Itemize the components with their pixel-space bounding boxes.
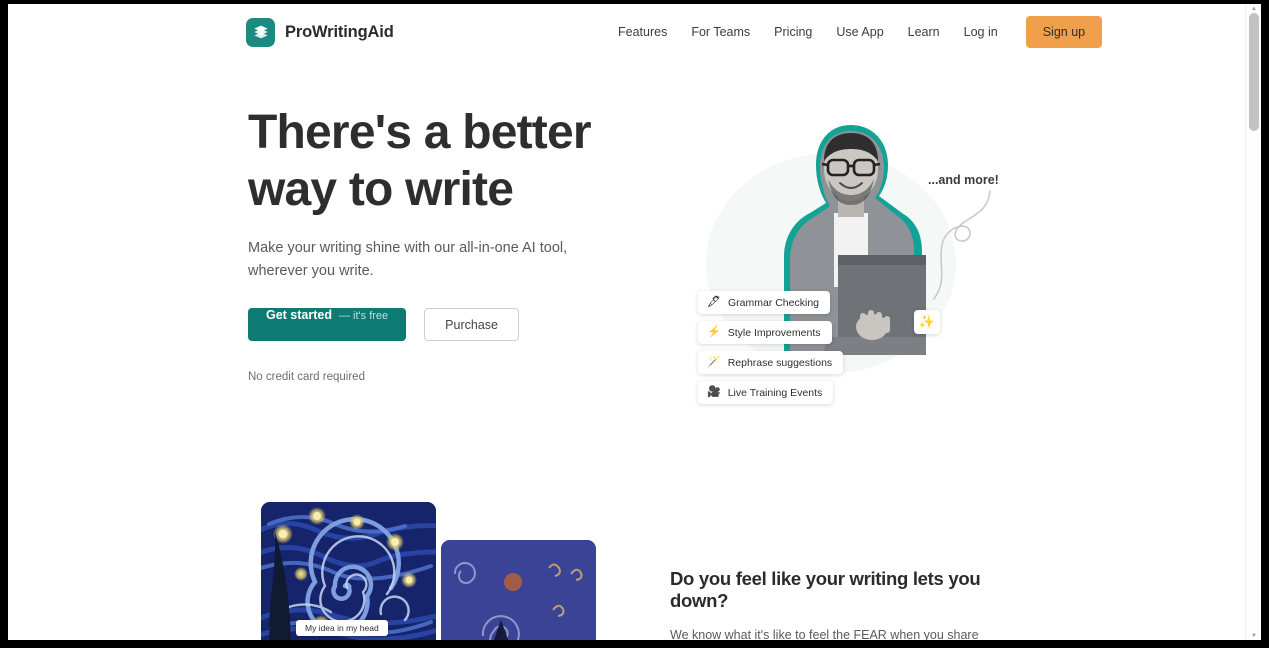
- get-started-button[interactable]: Get started — it's free: [248, 308, 407, 341]
- scroll-down-arrow-icon[interactable]: ▼: [1246, 631, 1261, 640]
- get-started-label: Get started: [266, 308, 332, 322]
- main-navigation: Features For Teams Pricing Use App Learn…: [606, 16, 1103, 48]
- nav-link-pricing[interactable]: Pricing: [762, 19, 824, 45]
- idea-in-my-head-label: My idea in my head: [296, 620, 388, 636]
- hero-section: There's a better way to write Make your …: [8, 60, 1245, 480]
- artwork-comparison: My idea in my head: [253, 502, 603, 640]
- feature-chip-grammar-checking: 🖋 Grammar Checking: [698, 291, 830, 314]
- writing-lets-you-down-section: My idea in my head Do you feel like your…: [8, 480, 1245, 640]
- section-two-title: Do you feel like your writing lets you d…: [670, 568, 981, 611]
- and-more-callout: ...and more!: [928, 173, 999, 187]
- vertical-scrollbar[interactable]: ▲ ▼: [1245, 4, 1261, 640]
- feature-chip-label: Rephrase suggestions: [727, 356, 833, 369]
- prowritingaid-logo-icon: [246, 17, 275, 47]
- quill-pen-icon: 🖋: [707, 296, 721, 308]
- feature-chip-label: Live Training Events: [727, 386, 823, 399]
- hero-copy: There's a better way to write Make your …: [248, 104, 648, 383]
- nav-link-learn[interactable]: Learn: [896, 19, 952, 45]
- sparkle-badge: ✨: [914, 310, 940, 334]
- brand-name: ProWritingAid: [285, 22, 394, 41]
- purchase-button[interactable]: Purchase: [424, 308, 519, 341]
- browser-window: ProWritingAid Features For Teams Pricing…: [0, 0, 1269, 648]
- feature-chip-label: Style Improvements: [727, 326, 821, 339]
- feature-chip-label: Grammar Checking: [727, 296, 819, 309]
- site-header: ProWritingAid Features For Teams Pricing…: [8, 4, 1245, 60]
- hero-cta-group: Get started — it's free Purchase: [248, 308, 648, 341]
- brand-logo-link[interactable]: ProWritingAid: [246, 17, 394, 47]
- hero-illustration: ...and more! ✨ 🖋 Grammar Checking ⚡ Styl…: [676, 105, 1016, 405]
- nav-link-for-teams[interactable]: For Teams: [679, 19, 762, 45]
- page-content: ProWritingAid Features For Teams Pricing…: [8, 4, 1245, 640]
- feature-chip-style-improvements: ⚡ Style Improvements: [698, 321, 832, 344]
- feature-chip-rephrase-suggestions: 🪄 Rephrase suggestions: [698, 351, 844, 374]
- nav-link-use-app[interactable]: Use App: [824, 19, 895, 45]
- page-viewport: ProWritingAid Features For Teams Pricing…: [8, 4, 1261, 640]
- sign-up-button[interactable]: Sign up: [1025, 16, 1103, 48]
- scroll-up-arrow-icon[interactable]: ▲: [1246, 4, 1261, 13]
- sketch-artwork: [441, 540, 596, 640]
- lightning-bolt-icon: ⚡: [707, 326, 721, 338]
- nav-link-features[interactable]: Features: [606, 19, 679, 45]
- hero-subtitle: Make your writing shine with our all-in-…: [248, 240, 568, 279]
- feature-chip-live-training-events: 🎥 Live Training Events: [698, 381, 834, 404]
- curved-arrow-icon: [933, 190, 991, 300]
- nav-link-log-in[interactable]: Log in: [952, 19, 1010, 45]
- sparkle-icon: ✨: [918, 314, 936, 329]
- scrollbar-thumb[interactable]: [1249, 13, 1259, 131]
- section-two-body: We know what it's like to feel the FEAR …: [670, 628, 979, 640]
- magic-wand-icon: 🪄: [707, 356, 721, 368]
- get-started-note: — it's free: [339, 310, 389, 322]
- hero-title: There's a better way to write: [248, 106, 592, 216]
- video-camera-icon: 🎥: [707, 386, 721, 398]
- no-credit-card-note: No credit card required: [248, 371, 365, 383]
- section-two-copy: Do you feel like your writing lets you d…: [670, 568, 1015, 640]
